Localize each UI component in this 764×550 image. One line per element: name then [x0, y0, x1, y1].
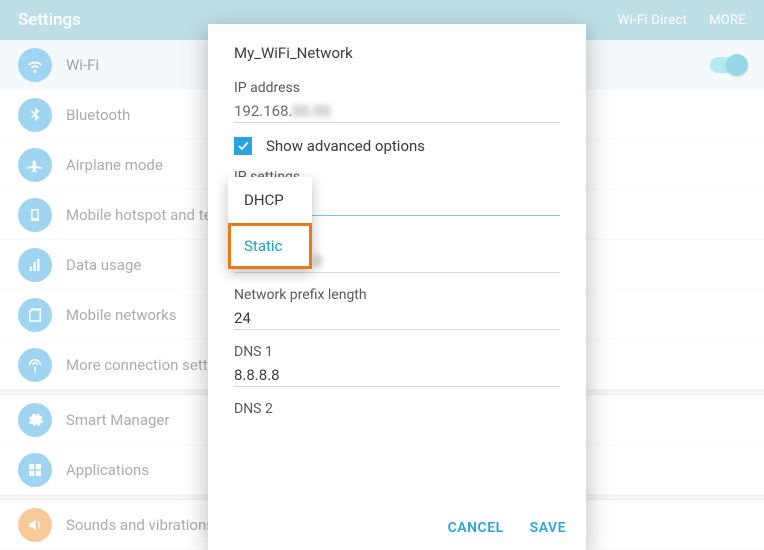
ip-address-value: 192.168.00.00 [234, 98, 560, 123]
ip-address-label: IP address [234, 80, 560, 96]
dns2-field[interactable]: DNS 2 [234, 401, 560, 417]
ip-settings-dropdown: DHCP Static [228, 177, 312, 269]
dns2-label: DNS 2 [234, 401, 560, 417]
checkbox-icon [234, 137, 252, 155]
cancel-button[interactable]: CANCEL [448, 520, 504, 536]
dialog-button-bar: CANCEL SAVE [448, 520, 566, 536]
network-ssid: My_WiFi_Network [234, 44, 560, 62]
prefix-field[interactable]: Network prefix length [234, 287, 560, 330]
dropdown-option-dhcp[interactable]: DHCP [228, 177, 312, 223]
prefix-input[interactable] [234, 305, 560, 330]
prefix-label: Network prefix length [234, 287, 560, 303]
dns1-label: DNS 1 [234, 344, 560, 360]
ip-address-field: IP address 192.168.00.00 [234, 80, 560, 123]
dns1-input[interactable] [234, 362, 560, 387]
advanced-options-label: Show advanced options [266, 137, 425, 155]
dropdown-option-static[interactable]: Static [228, 223, 312, 269]
wifi-config-dialog: My_WiFi_Network IP address 192.168.00.00… [208, 24, 586, 550]
advanced-options-checkbox[interactable]: Show advanced options [234, 137, 560, 155]
dns1-field[interactable]: DNS 1 [234, 344, 560, 387]
save-button[interactable]: SAVE [530, 520, 566, 536]
